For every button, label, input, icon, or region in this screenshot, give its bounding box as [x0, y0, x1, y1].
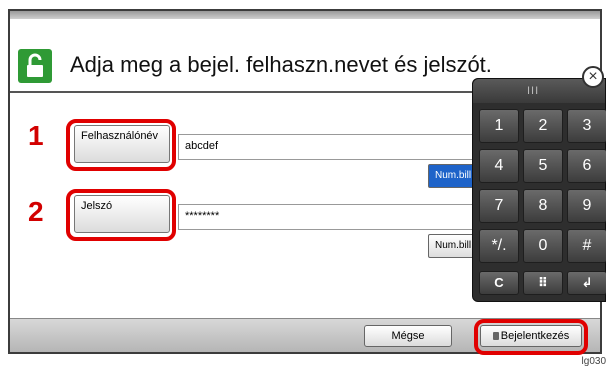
key-8[interactable]: 8	[523, 189, 563, 223]
username-field[interactable]: abcdef	[178, 134, 474, 160]
username-button[interactable]: Felhasználónév	[74, 125, 170, 163]
key-4[interactable]: 4	[479, 149, 519, 183]
step-number-2: 2	[28, 196, 44, 227]
grip-icon: III	[527, 85, 540, 97]
numeric-keypad-button-password[interactable]: Num.bill.	[428, 234, 476, 258]
login-icon	[492, 332, 499, 341]
numeric-keypad-button-username[interactable]: Num.bill.	[428, 164, 476, 188]
title-strip	[10, 11, 600, 19]
enter-key-icon[interactable]: ↲	[567, 271, 606, 295]
key-1[interactable]: 1	[479, 109, 519, 143]
key-5[interactable]: 5	[523, 149, 563, 183]
key-hash[interactable]: #	[567, 229, 606, 263]
close-icon[interactable]: ×	[582, 66, 604, 88]
cancel-button[interactable]: Mégse	[364, 325, 452, 347]
figure-code: lg030	[581, 356, 606, 367]
instruction-text: Adja meg a bejel. felhaszn.nevet és jels…	[70, 52, 492, 77]
numeric-keypad: III 1 2 3 4 5 6 7 8 9 */. 0 # C ⠿ ↲	[472, 78, 606, 302]
key-0[interactable]: 0	[523, 229, 563, 263]
password-button[interactable]: Jelszó	[74, 195, 170, 233]
login-button[interactable]: Bejelentkezés	[480, 325, 582, 347]
unlock-icon	[18, 49, 52, 83]
clear-key[interactable]: C	[479, 271, 519, 295]
step-number-1: 1	[28, 120, 44, 151]
key-3[interactable]: 3	[567, 109, 606, 143]
key-7[interactable]: 7	[479, 189, 519, 223]
key-9[interactable]: 9	[567, 189, 606, 223]
login-button-label: Bejelentkezés	[500, 330, 570, 342]
menu-grid-icon[interactable]: ⠿	[523, 271, 563, 295]
key-2[interactable]: 2	[523, 109, 563, 143]
key-6[interactable]: 6	[567, 149, 606, 183]
key-symbols[interactable]: */.	[479, 229, 519, 263]
password-field[interactable]: ********	[178, 204, 474, 230]
